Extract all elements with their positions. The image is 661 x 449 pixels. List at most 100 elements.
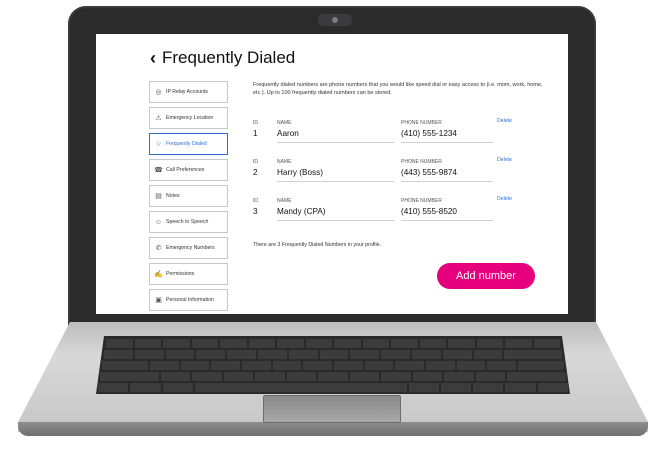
key xyxy=(476,339,503,348)
keyboard-row xyxy=(102,361,565,370)
phone-field-underline xyxy=(401,142,493,143)
phone-field[interactable]: (410) 555-1234 xyxy=(401,129,457,138)
name-field[interactable]: Aaron xyxy=(277,129,299,138)
sidebar-item-speech-to-speech[interactable]: ☺ Speech to Speech xyxy=(149,211,228,233)
chevron-left-icon[interactable]: ‹ xyxy=(150,49,156,67)
frequently-dialed-entry: ID 2 NAME Harry (Boss) PHONE NUMBER (443… xyxy=(253,157,523,189)
key xyxy=(100,372,159,381)
sidebar-item-notes[interactable]: ▤ Notes xyxy=(149,185,228,207)
phone-label: PHONE NUMBER xyxy=(401,159,442,165)
entry-id: 3 xyxy=(253,207,258,216)
key xyxy=(277,339,304,348)
key xyxy=(505,383,536,392)
sidebar-item-emergency-location[interactable]: ⚠ Emergency Location xyxy=(149,107,228,129)
speech-icon: ☺ xyxy=(154,218,163,226)
phone-field[interactable]: (410) 555-8520 xyxy=(401,207,457,216)
key xyxy=(334,361,363,370)
key xyxy=(163,339,190,348)
key xyxy=(473,350,503,359)
key xyxy=(180,361,210,370)
sidebar-item-frequently-dialed[interactable]: ☆ Frequently Dialed xyxy=(149,133,228,155)
trackpad xyxy=(263,395,401,423)
key xyxy=(134,339,161,348)
name-field[interactable]: Harry (Boss) xyxy=(277,168,323,177)
sidebar-item-ip-relay-accounts[interactable]: ◎ IP Relay Accounts xyxy=(149,81,228,103)
key xyxy=(426,361,455,370)
key xyxy=(248,339,275,348)
sidebar-item-personal-information[interactable]: ▣ Personal Information xyxy=(149,289,228,311)
keyboard-row xyxy=(98,383,568,392)
id-label: ID xyxy=(253,159,258,165)
laptop-base-edge xyxy=(18,422,648,436)
key xyxy=(475,372,506,381)
delete-link[interactable]: Delete xyxy=(497,196,512,202)
keyboard-row xyxy=(100,372,567,381)
key xyxy=(106,339,133,348)
sidebar-item-label: Permissions xyxy=(166,271,195,277)
keyboard-row xyxy=(104,350,562,359)
key xyxy=(391,339,418,348)
key xyxy=(507,372,567,381)
key xyxy=(456,361,486,370)
key xyxy=(255,372,285,381)
ip-relay-icon: ◎ xyxy=(155,88,162,96)
sidebar-item-label: Emergency Location xyxy=(166,115,214,121)
key xyxy=(192,372,222,381)
key xyxy=(194,383,407,392)
laptop-lid: ‹ Frequently Dialed ◎ IP Relay Accounts … xyxy=(68,6,596,332)
key xyxy=(160,372,191,381)
key xyxy=(442,350,472,359)
id-label: ID xyxy=(253,120,258,126)
phone-field-underline xyxy=(401,181,493,182)
key xyxy=(362,339,389,348)
key xyxy=(98,383,129,392)
add-number-button[interactable]: Add number xyxy=(437,263,535,289)
key xyxy=(533,339,560,348)
key xyxy=(191,339,218,348)
webcam-lens xyxy=(332,17,338,23)
key xyxy=(319,350,349,359)
entry-count-note: There are 3 Frequently Dialed Numbers in… xyxy=(253,242,382,248)
key xyxy=(223,372,254,381)
phone-label: PHONE NUMBER xyxy=(401,120,442,126)
key xyxy=(408,383,439,392)
name-field[interactable]: Mandy (CPA) xyxy=(277,207,326,216)
key xyxy=(227,350,256,359)
key xyxy=(162,383,193,392)
intro-text: Frequently dialed numbers are phone numb… xyxy=(253,82,543,96)
delete-link[interactable]: Delete xyxy=(497,118,512,124)
key xyxy=(134,350,164,359)
laptop-screen: ‹ Frequently Dialed ◎ IP Relay Accounts … xyxy=(96,34,568,314)
sidebar-item-label: Speech to Speech xyxy=(166,219,209,225)
notes-icon: ▤ xyxy=(155,192,162,200)
key xyxy=(220,339,247,348)
delete-link[interactable]: Delete xyxy=(497,157,512,163)
name-field-underline xyxy=(277,142,394,143)
sidebar-item-call-preferences[interactable]: ☎ Call Preferences xyxy=(149,159,228,181)
key xyxy=(381,372,411,381)
warning-icon: ⚠ xyxy=(155,114,162,122)
name-label: NAME xyxy=(277,120,292,126)
sidebar-item-permissions[interactable]: ✍ Permissions xyxy=(149,263,228,285)
key xyxy=(381,350,410,359)
sidebar-item-emergency-numbers[interactable]: ✆ Emergency Numbers xyxy=(149,237,228,259)
sidebar-item-label: IP Relay Accounts xyxy=(166,89,209,95)
key xyxy=(448,339,475,348)
name-label: NAME xyxy=(277,159,292,165)
back-link[interactable]: ‹ Frequently Dialed xyxy=(150,48,295,68)
settings-sidebar: ◎ IP Relay Accounts ⚠ Emergency Location… xyxy=(149,81,228,314)
entry-id: 2 xyxy=(253,168,258,177)
key xyxy=(272,361,302,370)
permissions-icon: ✍ xyxy=(154,270,163,278)
key xyxy=(349,372,380,381)
webcam xyxy=(318,14,352,26)
phone-field[interactable]: (443) 555-9874 xyxy=(401,168,457,177)
key xyxy=(286,372,317,381)
key xyxy=(518,361,565,370)
keyboard xyxy=(96,336,570,394)
key xyxy=(444,372,474,381)
laptop-base xyxy=(18,322,648,442)
key xyxy=(350,350,380,359)
sidebar-item-label: Call Preferences xyxy=(166,167,205,173)
name-label: NAME xyxy=(277,198,292,204)
